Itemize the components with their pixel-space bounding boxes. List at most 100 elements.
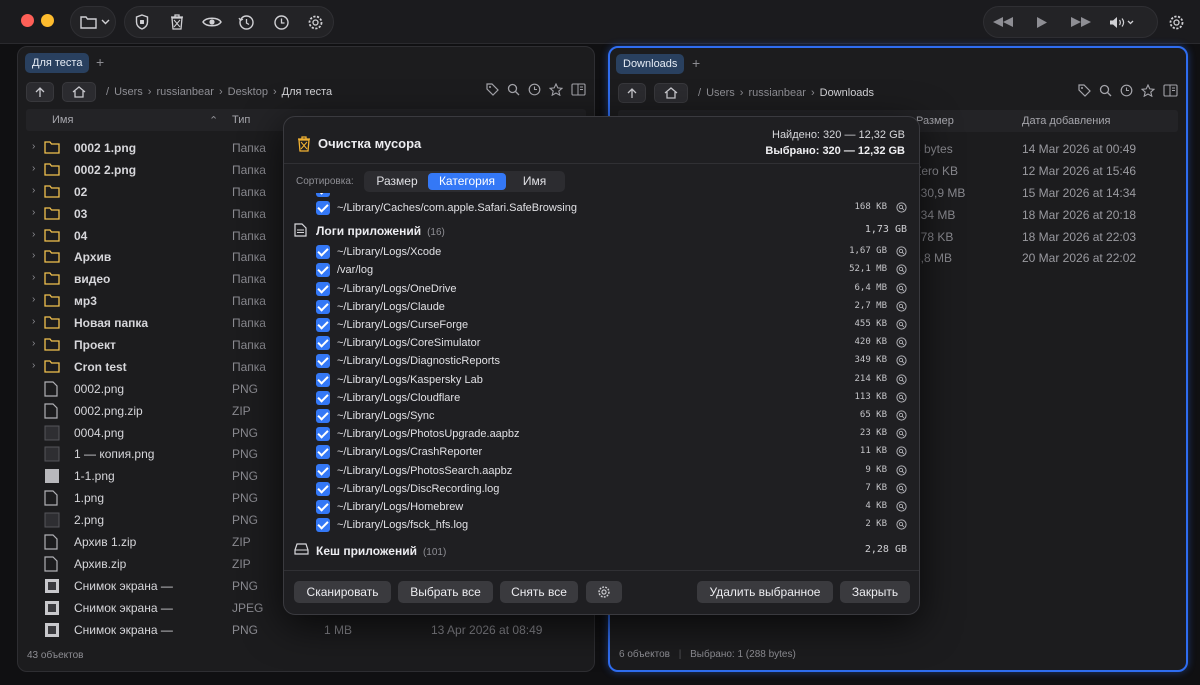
crumb-root[interactable]: /: [106, 86, 109, 98]
crumb-users[interactable]: Users: [706, 87, 735, 99]
crumb-current[interactable]: Downloads: [820, 87, 874, 99]
settings-gear-icon[interactable]: [1160, 7, 1192, 37]
reveal-icon[interactable]: [896, 319, 907, 333]
scan-button[interactable]: Сканировать: [294, 581, 391, 603]
cleanup-item[interactable]: ~/Library/Logs/PhotosUpgrade.aapbz 23 KB: [284, 425, 919, 443]
item-checkbox[interactable]: [316, 318, 330, 332]
cleanup-item[interactable]: ~/Library/Logs/OneDrive 6,4 MB: [284, 280, 919, 298]
reveal-icon[interactable]: [896, 392, 907, 406]
sort-option-name[interactable]: Имя: [506, 173, 563, 190]
folder-menu-button[interactable]: [70, 6, 116, 38]
cleanup-item[interactable]: ~/Library/Logs/Claude 2,7 MB: [284, 298, 919, 316]
search-icon[interactable]: [507, 83, 520, 96]
cleanup-item[interactable]: ~/Library/Logs/CoreSimulator 420 KB: [284, 334, 919, 352]
item-checkbox[interactable]: [316, 336, 330, 351]
crumb-user[interactable]: russianbear: [156, 86, 213, 98]
reveal-icon[interactable]: [896, 428, 907, 442]
item-checkbox[interactable]: [316, 390, 330, 405]
clock-icon[interactable]: [264, 7, 299, 37]
item-checkbox[interactable]: [316, 245, 330, 260]
cleanup-item[interactable]: ~/Library/Caches/com.apple.Safari.SafeBr…: [284, 199, 919, 217]
reveal-icon[interactable]: [896, 337, 907, 351]
search-icon[interactable]: [1099, 84, 1112, 97]
reveal-icon[interactable]: [896, 246, 907, 260]
disclosure-chevron-icon[interactable]: ›: [32, 185, 35, 196]
tag-icon[interactable]: [486, 83, 499, 96]
item-checkbox[interactable]: [316, 354, 330, 369]
item-checkbox[interactable]: [316, 263, 330, 278]
gear-icon[interactable]: [298, 7, 333, 37]
cleanup-item[interactable]: ~/Library/Logs/fsck_hfs.log 2 KB: [284, 516, 919, 534]
tag-icon[interactable]: [1078, 84, 1091, 97]
fast-forward-icon[interactable]: [1062, 7, 1100, 37]
reveal-icon[interactable]: [896, 264, 907, 278]
cleanup-settings-button[interactable]: [586, 581, 622, 603]
minimize-window-button[interactable]: [41, 14, 54, 27]
home-button[interactable]: [62, 82, 96, 102]
sort-option-category[interactable]: Категория: [428, 173, 506, 190]
cleanup-item[interactable]: ~/Library/Logs/Sync 65 KB: [284, 407, 919, 425]
star-icon[interactable]: [1141, 84, 1155, 97]
cleanup-item[interactable]: ~/Library/Logs/DiagnosticReports 349 KB: [284, 352, 919, 370]
cleanup-item[interactable]: ~/Library/Logs/CurseForge 455 KB: [284, 316, 919, 334]
volume-icon[interactable]: [1100, 7, 1144, 37]
sort-option-size[interactable]: Размер: [366, 173, 428, 190]
tab-downloads[interactable]: Downloads: [616, 54, 685, 74]
add-tab-button[interactable]: +: [692, 55, 700, 71]
cleanup-item[interactable]: ~/Library/Logs/Cloudflare 113 KB: [284, 389, 919, 407]
reveal-icon[interactable]: [896, 483, 907, 497]
go-up-button[interactable]: [618, 83, 646, 103]
reveal-icon[interactable]: [896, 301, 907, 315]
close-window-button[interactable]: [21, 14, 34, 27]
disclosure-chevron-icon[interactable]: ›: [32, 360, 35, 371]
reveal-icon[interactable]: [896, 282, 907, 297]
add-tab-button[interactable]: +: [96, 54, 104, 70]
column-name[interactable]: Имя: [52, 114, 73, 126]
reveal-icon[interactable]: [896, 355, 907, 369]
crumb-users[interactable]: Users: [114, 86, 143, 98]
category-header[interactable]: Кеш приложений (101) 2,28 GB: [284, 539, 919, 561]
reveal-icon[interactable]: [896, 373, 907, 388]
disclosure-chevron-icon[interactable]: ›: [32, 316, 35, 327]
cleanup-item[interactable]: ~/Library/Logs/PhotosSearch.aapbz 9 KB: [284, 462, 919, 480]
column-date-added[interactable]: Дата добавления: [1022, 115, 1110, 127]
cleanup-item[interactable]: ~/Library/Logs/Xcode 1,67 GB: [284, 243, 919, 261]
home-button[interactable]: [654, 83, 688, 103]
reveal-icon[interactable]: [896, 410, 907, 424]
select-all-button[interactable]: Выбрать все: [398, 581, 493, 603]
item-checkbox[interactable]: [316, 427, 330, 442]
disclosure-chevron-icon[interactable]: ›: [32, 229, 35, 240]
disclosure-chevron-icon[interactable]: ›: [32, 141, 35, 152]
disclosure-chevron-icon[interactable]: ›: [32, 163, 35, 174]
item-checkbox[interactable]: [316, 281, 330, 296]
category-header[interactable]: Логи приложений (16) 1,73 GB: [284, 219, 919, 241]
preview-panel-icon[interactable]: [571, 83, 586, 96]
reveal-icon[interactable]: [896, 202, 907, 216]
trash-icon[interactable]: [160, 7, 195, 37]
history-icon[interactable]: [229, 7, 264, 37]
close-dialog-button[interactable]: Закрыть: [840, 581, 910, 603]
disclosure-chevron-icon[interactable]: ›: [32, 250, 35, 261]
go-up-button[interactable]: [26, 82, 54, 102]
cleanup-item[interactable]: /var/log 52,1 MB: [284, 261, 919, 279]
item-checkbox[interactable]: [316, 299, 330, 314]
item-checkbox[interactable]: [316, 445, 330, 460]
reveal-icon[interactable]: [896, 446, 907, 460]
disclosure-chevron-icon[interactable]: ›: [32, 207, 35, 218]
item-checkbox[interactable]: [316, 201, 330, 215]
tab-dlya-testa[interactable]: Для теста: [25, 53, 90, 73]
preview-panel-icon[interactable]: [1163, 84, 1178, 97]
disclosure-chevron-icon[interactable]: ›: [32, 272, 35, 283]
star-icon[interactable]: [549, 83, 563, 96]
item-checkbox[interactable]: [316, 500, 330, 514]
recent-icon[interactable]: [528, 83, 541, 96]
item-checkbox[interactable]: [316, 193, 330, 197]
item-checkbox[interactable]: [316, 481, 330, 496]
play-icon[interactable]: [1022, 7, 1062, 37]
cleanup-item[interactable]: ~/Library/Logs/Homebrew 4 KB: [284, 498, 919, 516]
reveal-icon[interactable]: [896, 501, 907, 515]
crumb-current[interactable]: Для теста: [282, 86, 332, 98]
crumb-user[interactable]: russianbear: [748, 87, 805, 99]
column-type[interactable]: Тип: [232, 114, 250, 126]
rewind-icon[interactable]: [984, 7, 1022, 37]
